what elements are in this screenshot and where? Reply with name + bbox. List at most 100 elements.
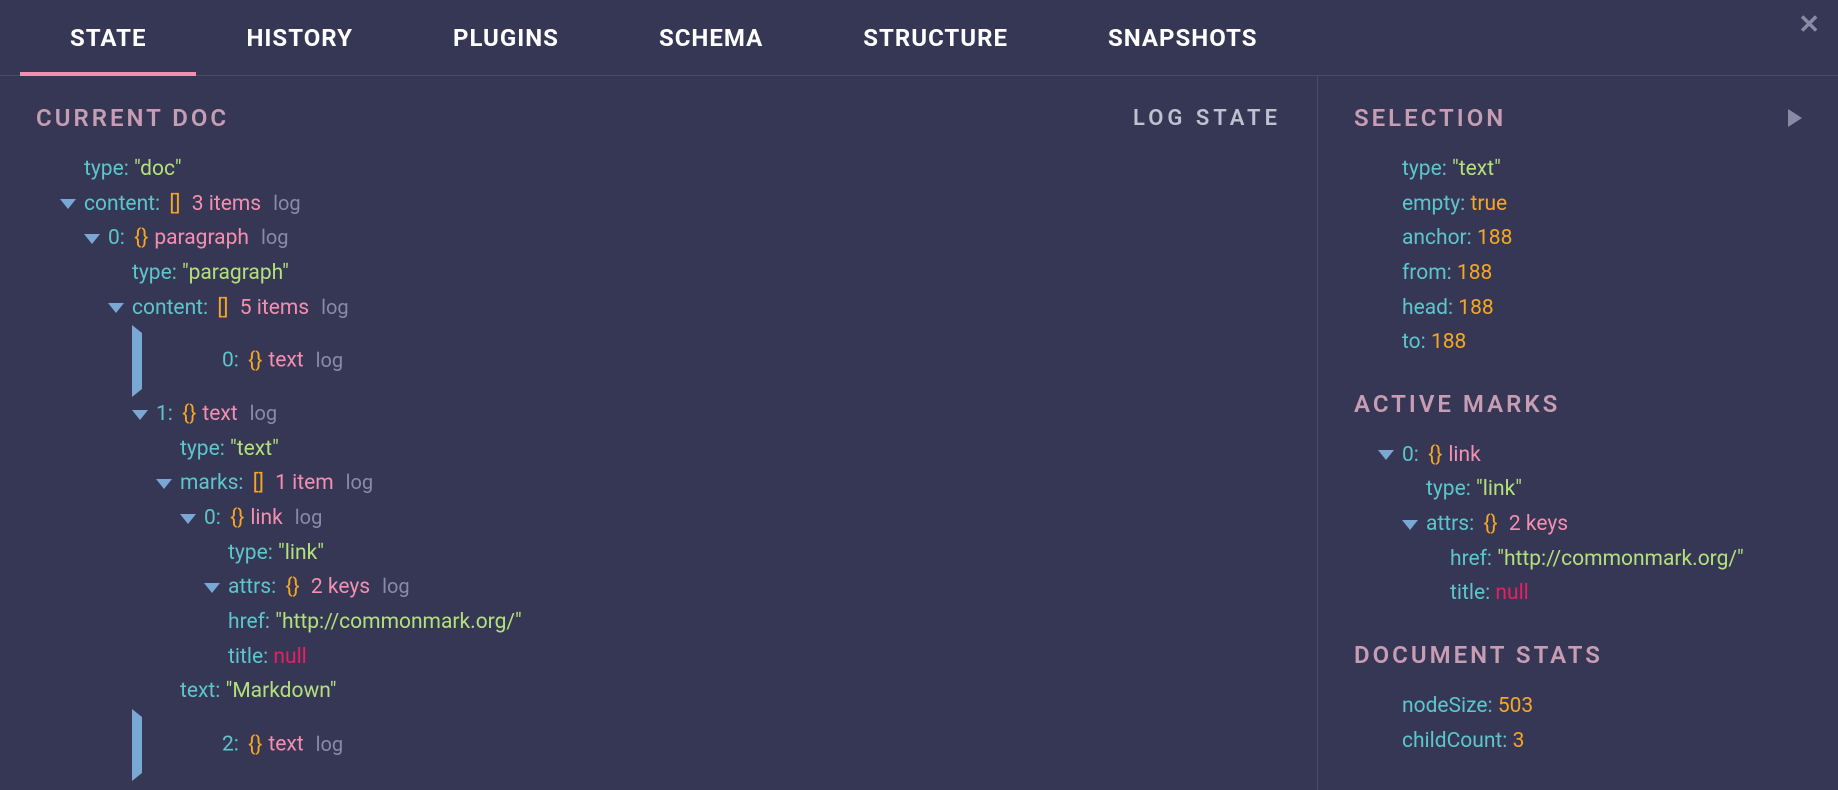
chevron-down-icon[interactable] (84, 234, 100, 244)
close-icon[interactable]: ✕ (1798, 10, 1820, 40)
key-href: href: (1450, 547, 1492, 571)
tab-schema[interactable]: SCHEMA (609, 0, 813, 75)
log-button[interactable]: log (273, 191, 301, 215)
val: "text" (1452, 157, 1501, 181)
key-type: type: (84, 157, 129, 181)
val: 188 (1477, 226, 1512, 250)
key-index: 2: (222, 733, 239, 757)
chevron-right-icon[interactable] (132, 709, 214, 781)
count: 3 items (192, 192, 261, 216)
key-index: 1: (156, 402, 173, 426)
document-stats-header: DOCUMENT STATS (1354, 641, 1802, 669)
key-attrs: attrs: (1426, 512, 1474, 536)
log-button[interactable]: log (295, 505, 323, 529)
tab-label: PLUGINS (453, 24, 559, 52)
key-content: content: (132, 296, 208, 320)
chevron-down-icon[interactable] (1402, 520, 1418, 530)
brace-icon: {} (134, 226, 148, 250)
log-button[interactable]: log (321, 295, 349, 319)
tab-label: STATE (70, 24, 146, 52)
brace-icon: {} (182, 402, 196, 426)
key-type: type: (1426, 477, 1471, 501)
key-type: type: (228, 541, 273, 565)
val-doc: "doc" (134, 157, 182, 181)
val: 188 (1458, 296, 1493, 320)
tab-label: SNAPSHOTS (1108, 24, 1257, 52)
val-markdown: "Markdown" (226, 679, 337, 703)
chevron-right-icon[interactable] (132, 325, 214, 397)
tab-label: SCHEMA (659, 24, 763, 52)
key-index: 0: (222, 349, 239, 373)
val: 188 (1431, 330, 1466, 354)
chevron-down-icon[interactable] (1378, 450, 1394, 460)
active-marks-header: ACTIVE MARKS (1354, 390, 1802, 418)
key-marks: marks: (180, 471, 244, 495)
node-name: text (268, 349, 303, 373)
count: 2 keys (1509, 512, 1568, 536)
key-content: content: (84, 192, 160, 216)
play-icon[interactable] (1788, 109, 1802, 127)
log-state-button[interactable]: LOG STATE (1133, 106, 1281, 131)
chevron-down-icon[interactable] (156, 479, 172, 489)
key-text: text: (180, 679, 220, 703)
brace-icon: {} (1428, 443, 1442, 467)
chevron-down-icon[interactable] (132, 410, 148, 420)
key-index: 0: (204, 506, 221, 530)
brace-icon: {} (248, 349, 262, 373)
key-type: type: (1402, 157, 1447, 181)
tab-label: STRUCTURE (863, 24, 1008, 52)
val: true (1470, 192, 1507, 216)
log-button[interactable]: log (316, 348, 344, 372)
key-head: head: (1402, 296, 1453, 320)
right-panel: SELECTION type: "text" empty: true ancho… (1318, 76, 1838, 790)
val-link: "link" (278, 541, 324, 565)
key-type: type: (132, 261, 177, 285)
node-name: text (268, 733, 303, 757)
current-doc-header: CURRENT DOC (36, 104, 1281, 132)
log-button[interactable]: log (261, 225, 289, 249)
tab-history[interactable]: HISTORY (196, 0, 403, 75)
log-button[interactable]: log (346, 470, 374, 494)
selection-header: SELECTION (1354, 104, 1802, 132)
key-empty: empty: (1402, 192, 1465, 216)
key-nodesize: nodeSize: (1402, 694, 1493, 718)
node-name: link (1448, 443, 1480, 467)
val: "http://commonmark.org/" (1497, 547, 1744, 571)
selection-title: SELECTION (1354, 104, 1506, 132)
val: null (1495, 581, 1528, 605)
brace-icon: {} (230, 506, 244, 530)
log-button[interactable]: log (382, 574, 410, 598)
count: 1 item (275, 471, 334, 495)
log-button[interactable]: log (316, 732, 344, 756)
key-href: href: (228, 610, 270, 634)
key-from: from: (1402, 261, 1452, 285)
val: "link" (1476, 477, 1522, 501)
tab-label: HISTORY (246, 24, 353, 52)
val-text: "text" (230, 437, 279, 461)
val: 3 (1513, 729, 1525, 753)
val: 503 (1498, 694, 1533, 718)
val-null: null (273, 645, 306, 669)
tab-snapshots[interactable]: SNAPSHOTS (1058, 0, 1307, 75)
bracket-icon: [] (253, 471, 264, 495)
key-to: to: (1402, 330, 1426, 354)
chevron-down-icon[interactable] (180, 514, 196, 524)
tab-state[interactable]: STATE (20, 0, 196, 75)
val-href: "http://commonmark.org/" (275, 610, 522, 634)
tab-structure[interactable]: STRUCTURE (813, 0, 1058, 75)
chevron-down-icon[interactable] (60, 199, 76, 209)
key-index: 0: (1402, 443, 1419, 467)
chevron-down-icon[interactable] (204, 583, 220, 593)
key-anchor: anchor: (1402, 226, 1472, 250)
log-button[interactable]: log (250, 401, 278, 425)
brace-icon: {} (1483, 512, 1497, 536)
left-panel: CURRENT DOC LOG STATE type: "doc" conten… (0, 76, 1318, 790)
bracket-icon: [] (169, 192, 180, 216)
key-title: title: (228, 645, 268, 669)
node-name: text (202, 402, 237, 426)
bracket-icon: [] (217, 296, 228, 320)
tab-plugins[interactable]: PLUGINS (403, 0, 609, 75)
chevron-down-icon[interactable] (108, 303, 124, 313)
key-index: 0: (108, 226, 125, 250)
key-attrs: attrs: (228, 575, 276, 599)
